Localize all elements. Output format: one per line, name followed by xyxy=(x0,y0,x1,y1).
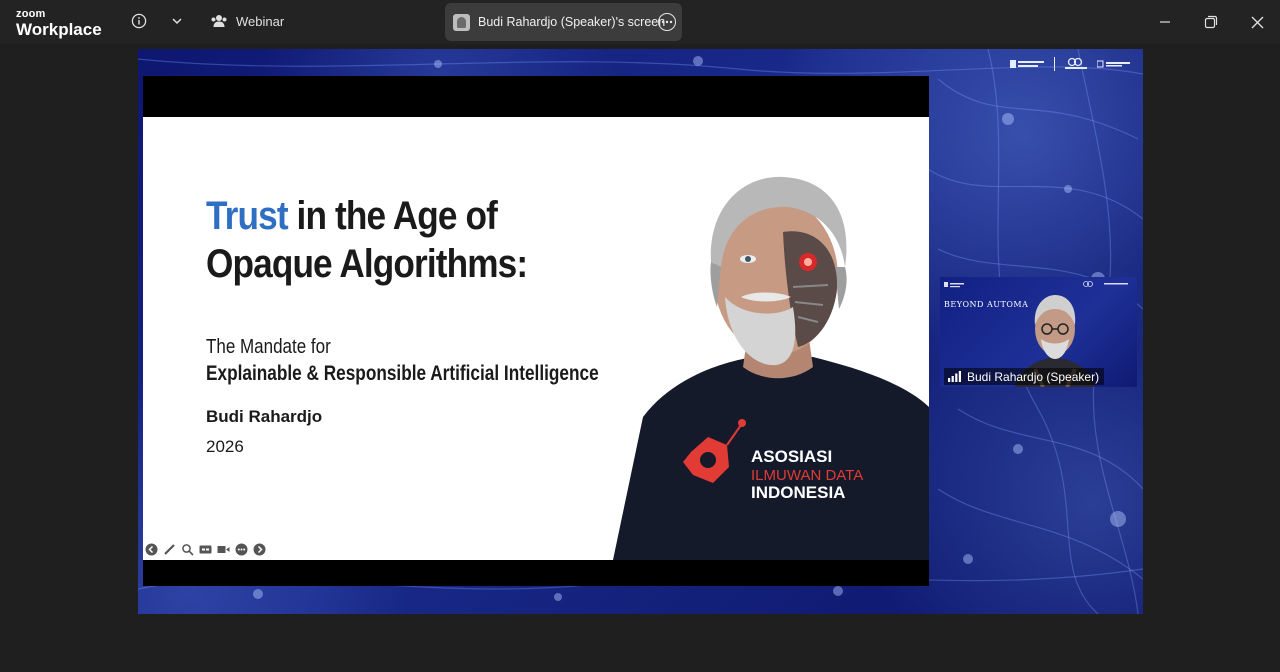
slide-frame: Trust in the Age of Opaque Algorithms: T… xyxy=(143,76,929,586)
signal-strength-icon xyxy=(948,371,961,382)
speaker-thumbnail xyxy=(453,13,470,31)
pen-tool-button[interactable] xyxy=(163,543,176,556)
slide-title-accent: Trust xyxy=(206,194,289,238)
slide-more-button[interactable] xyxy=(235,543,248,556)
restore-button[interactable] xyxy=(1197,8,1225,36)
pen-icon xyxy=(164,544,175,555)
sponsor-logo-middle xyxy=(1065,57,1087,69)
speaker-name-label: Budi Rahardjo (Speaker) xyxy=(967,369,1100,384)
slide-subtitle-line1: The Mandate for xyxy=(206,336,331,358)
share-label: Budi Rahardjo (Speaker)'s screen xyxy=(478,15,666,29)
chevron-down-icon xyxy=(172,18,182,25)
shared-screen[interactable]: Trust in the Age of Opaque Algorithms: T… xyxy=(138,49,1143,614)
video-camera-icon xyxy=(217,546,230,553)
screen-share-indicator[interactable]: Budi Rahardjo (Speaker)'s screen xyxy=(445,3,682,41)
close-icon xyxy=(1251,16,1263,28)
title-bar: zoom Workplace Webinar Budi Rahardjo (Sp… xyxy=(0,0,1280,44)
restore-icon xyxy=(1204,15,1218,29)
speaker-name-tag: Budi Rahardjo (Speaker) xyxy=(944,368,1105,385)
next-slide-button[interactable] xyxy=(253,543,266,556)
info-button[interactable] xyxy=(130,10,148,32)
more-icon xyxy=(661,20,673,24)
speaker-video-tile[interactable]: BEYOND AUTOMA Budi Rahardjo (Speaker) xyxy=(940,277,1137,387)
sponsor-logo-right xyxy=(1097,60,1130,68)
slide-title-line1: Trust in the Age of xyxy=(206,192,527,240)
more-icon xyxy=(235,543,248,556)
presentation-slide: Trust in the Age of Opaque Algorithms: T… xyxy=(143,117,929,560)
slide-title-line2: Opaque Algorithms: xyxy=(206,242,528,286)
presenter-photo: ASOSIASI ILMUWAN DATA INDONESIA xyxy=(613,176,929,560)
captions-button[interactable] xyxy=(199,543,212,556)
logo-separator xyxy=(1054,57,1055,71)
webinar-label: Webinar xyxy=(236,13,285,29)
slide-author: Budi Rahardjo xyxy=(206,407,323,426)
slide-title-line1-rest: in the Age of xyxy=(287,194,498,238)
zoom-workplace-logo: zoom Workplace xyxy=(16,8,102,39)
slide-title: Trust in the Age of Opaque Algorithms: xyxy=(206,192,528,288)
slide-subtitle-line2: Explainable & Responsible Artificial Int… xyxy=(206,362,599,385)
arrow-left-icon xyxy=(145,543,158,556)
shirt-line1: ASOSIASI xyxy=(751,447,832,466)
zoom-slide-button[interactable] xyxy=(181,543,194,556)
sponsor-logos xyxy=(1010,57,1131,71)
slide-year: 2026 xyxy=(206,437,244,456)
magnifier-icon xyxy=(182,544,194,556)
shirt-line2: ILMUWAN DATA xyxy=(751,467,863,484)
sponsor-logo-left xyxy=(1010,60,1044,68)
close-button[interactable] xyxy=(1243,8,1271,36)
share-options-button[interactable] xyxy=(658,13,676,31)
arrow-right-icon xyxy=(253,543,266,556)
camera-button[interactable] xyxy=(217,543,230,556)
logo-zoom-text: zoom xyxy=(16,8,46,20)
minimize-icon xyxy=(1160,21,1170,23)
previous-slide-button[interactable] xyxy=(145,543,158,556)
logo-workplace-text: Workplace xyxy=(16,20,102,39)
webinar-button[interactable]: Webinar xyxy=(210,10,300,32)
shirt-line3: INDONESIA xyxy=(751,483,845,502)
info-dropdown-button[interactable] xyxy=(170,10,184,32)
slide-toolbar xyxy=(145,543,266,556)
people-icon xyxy=(211,15,227,27)
minimize-button[interactable] xyxy=(1151,8,1179,36)
captions-icon xyxy=(199,545,212,554)
info-icon xyxy=(131,13,147,29)
